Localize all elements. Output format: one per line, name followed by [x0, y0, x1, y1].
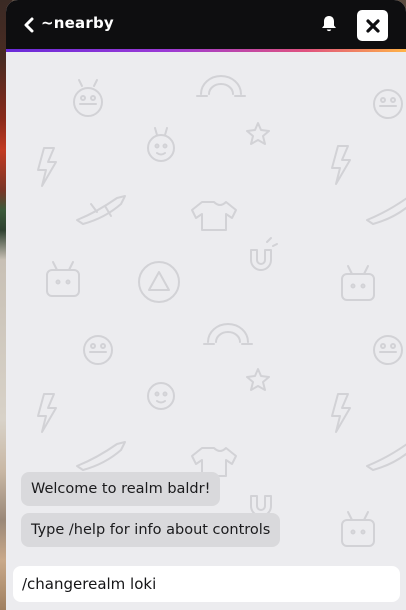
chat-input-container — [13, 566, 400, 602]
message-list: Welcome to realm baldr! Type /help for i… — [21, 472, 281, 547]
robot-icon — [83, 335, 113, 365]
pizza-icon — [138, 261, 180, 303]
close-icon — [365, 18, 380, 33]
sweater-icon — [191, 201, 237, 231]
header-accent-bar — [6, 49, 406, 52]
chat-input[interactable] — [13, 566, 392, 602]
airplane-icon — [76, 441, 126, 471]
notifications-button[interactable] — [318, 13, 340, 35]
tv-icon — [341, 265, 375, 301]
airplane-icon — [366, 197, 406, 225]
robot-icon — [373, 89, 403, 119]
airplane-icon — [366, 443, 406, 471]
lightning-icon — [37, 147, 57, 187]
close-button[interactable] — [357, 10, 388, 41]
airplane-icon — [76, 195, 126, 225]
lightning-icon — [331, 393, 351, 433]
chat-header: ~nearby — [6, 0, 406, 49]
tv-icon — [46, 261, 80, 297]
bell-icon — [322, 16, 336, 32]
planet-icon — [147, 127, 175, 162]
chat-message: Type /help for info about controls — [21, 513, 281, 547]
star-icon — [246, 122, 270, 145]
robot-icon — [73, 79, 103, 117]
robot-icon — [373, 335, 403, 365]
tv-icon — [341, 511, 375, 547]
chat-channel-title: ~nearby — [41, 14, 114, 32]
chevron-left-icon — [24, 17, 34, 33]
star-icon — [246, 368, 270, 391]
lightning-icon — [37, 393, 57, 433]
chat-window: ~nearby Welcome to realm baldr! Type /he… — [6, 0, 406, 610]
planet-icon — [147, 382, 175, 410]
lightning-icon — [331, 145, 351, 185]
rainbow-icon — [196, 75, 246, 97]
rainbow-icon — [203, 323, 253, 345]
chat-message: Welcome to realm baldr! — [21, 472, 221, 506]
back-button[interactable] — [20, 15, 38, 35]
magnet-icon — [250, 237, 278, 271]
